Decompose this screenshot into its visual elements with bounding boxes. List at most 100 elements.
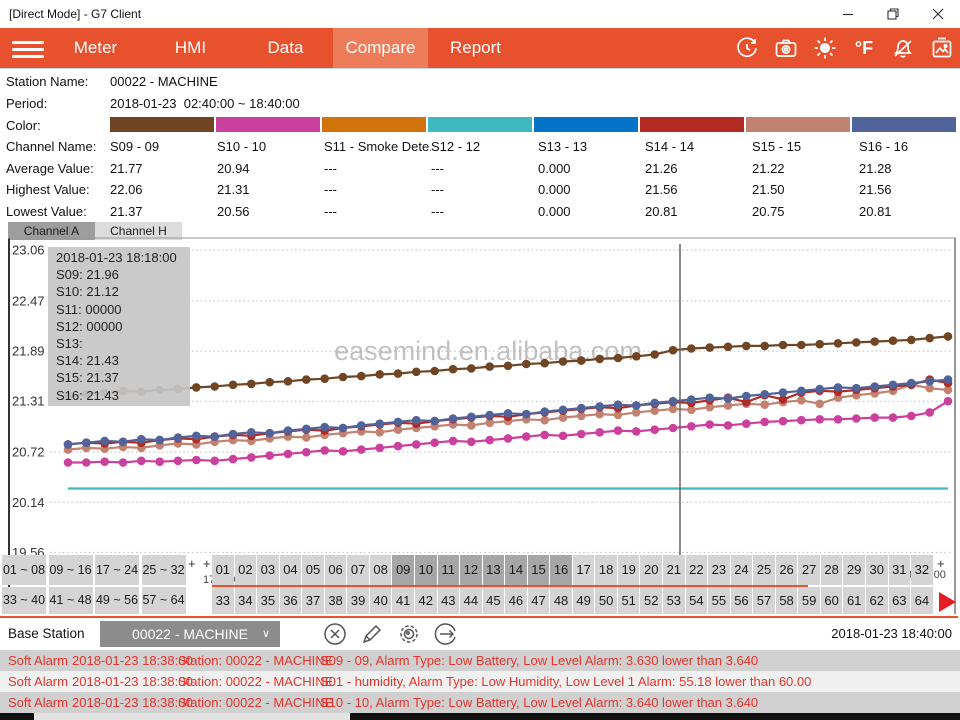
channel-button-29[interactable]: 29 xyxy=(843,555,865,585)
channel-button-45[interactable]: 45 xyxy=(483,587,505,614)
channel-button-02[interactable]: 02 xyxy=(235,555,257,585)
channel-button-39[interactable]: 39 xyxy=(347,587,369,614)
camera-icon[interactable] xyxy=(774,36,798,60)
settings-gear-icon[interactable] xyxy=(396,621,422,647)
channel-button-06[interactable]: 06 xyxy=(325,555,347,585)
plus-label[interactable]: + xyxy=(937,556,945,571)
alarm-row[interactable]: Soft Alarm2018-01-23 18:38:00Station: 00… xyxy=(0,671,960,692)
plus-label[interactable]: + xyxy=(188,556,196,571)
channel-button-12[interactable]: 12 xyxy=(460,555,482,585)
channel-button-08[interactable]: 08 xyxy=(370,555,392,585)
channel-button-23[interactable]: 23 xyxy=(708,555,730,585)
channel-button-60[interactable]: 60 xyxy=(821,587,843,614)
channel-button-62[interactable]: 62 xyxy=(866,587,888,614)
channel-button-04[interactable]: 04 xyxy=(280,555,302,585)
channel-button-61[interactable]: 61 xyxy=(843,587,865,614)
edit-icon[interactable] xyxy=(359,621,385,647)
channel-button-51[interactable]: 51 xyxy=(618,587,640,614)
sync-icon[interactable] xyxy=(735,36,759,60)
channel-button-47[interactable]: 47 xyxy=(528,587,550,614)
channel-button-21[interactable]: 21 xyxy=(663,555,685,585)
channel-button-58[interactable]: 58 xyxy=(776,587,798,614)
channel-button-05[interactable]: 05 xyxy=(302,555,324,585)
plus-label[interactable]: + xyxy=(203,556,211,571)
nav-item-data[interactable]: Data xyxy=(238,28,333,68)
channel-button-35[interactable]: 35 xyxy=(257,587,279,614)
channel-button-52[interactable]: 52 xyxy=(640,587,662,614)
channel-button-28[interactable]: 28 xyxy=(821,555,843,585)
channel-button-25[interactable]: 25 xyxy=(753,555,775,585)
channel-button-31[interactable]: 31 xyxy=(889,555,911,585)
channel-button-54[interactable]: 54 xyxy=(686,587,708,614)
channel-button-50[interactable]: 50 xyxy=(595,587,617,614)
channel-button-15[interactable]: 15 xyxy=(528,555,550,585)
channel-button-01[interactable]: 01 xyxy=(212,555,234,585)
fahrenheit-icon[interactable]: °F xyxy=(852,36,876,60)
close-button[interactable] xyxy=(915,0,960,28)
channel-button-55[interactable]: 55 xyxy=(708,587,730,614)
nav-item-report[interactable]: Report xyxy=(428,28,523,68)
channel-button-20[interactable]: 20 xyxy=(640,555,662,585)
channel-range-button[interactable]: 57 ~ 64 xyxy=(142,587,186,614)
channel-button-22[interactable]: 22 xyxy=(686,555,708,585)
screenshot-icon[interactable] xyxy=(930,36,954,60)
channel-range-button[interactable]: 33 ~ 40 xyxy=(2,587,46,614)
channel-button-49[interactable]: 49 xyxy=(573,587,595,614)
channel-button-09[interactable]: 09 xyxy=(392,555,414,585)
channel-button-10[interactable]: 10 xyxy=(415,555,437,585)
channel-range-button[interactable]: 25 ~ 32 xyxy=(142,555,186,585)
channel-range-button[interactable]: 01 ~ 08 xyxy=(2,555,46,585)
channel-button-13[interactable]: 13 xyxy=(483,555,505,585)
restore-button[interactable] xyxy=(870,0,915,28)
minimize-button[interactable] xyxy=(825,0,870,28)
channel-button-26[interactable]: 26 xyxy=(776,555,798,585)
channel-button-53[interactable]: 53 xyxy=(663,587,685,614)
channel-button-42[interactable]: 42 xyxy=(415,587,437,614)
nav-item-compare[interactable]: Compare xyxy=(333,28,428,68)
channel-button-63[interactable]: 63 xyxy=(889,587,911,614)
channel-button-32[interactable]: 32 xyxy=(911,555,933,585)
base-station-dropdown[interactable]: 00022 - MACHINE ∨ xyxy=(100,621,280,647)
channel-button-19[interactable]: 19 xyxy=(618,555,640,585)
channel-button-48[interactable]: 48 xyxy=(550,587,572,614)
channel-button-24[interactable]: 24 xyxy=(731,555,753,585)
channel-button-11[interactable]: 11 xyxy=(438,555,460,585)
alarm-row[interactable]: Soft Alarm2018-01-23 18:38:00Station: 00… xyxy=(0,650,960,671)
channel-range-button[interactable]: 41 ~ 48 xyxy=(49,587,93,614)
channel-button-34[interactable]: 34 xyxy=(235,587,257,614)
channel-button-30[interactable]: 30 xyxy=(866,555,888,585)
menu-icon[interactable] xyxy=(12,37,44,59)
channel-button-46[interactable]: 46 xyxy=(505,587,527,614)
channel-button-27[interactable]: 27 xyxy=(798,555,820,585)
scroll-right-arrow-icon[interactable] xyxy=(939,592,956,612)
channel-range-button[interactable]: 49 ~ 56 xyxy=(95,587,139,614)
channel-button-18[interactable]: 18 xyxy=(595,555,617,585)
channel-button-56[interactable]: 56 xyxy=(731,587,753,614)
channel-button-43[interactable]: 43 xyxy=(438,587,460,614)
channel-button-41[interactable]: 41 xyxy=(392,587,414,614)
nav-item-meter[interactable]: Meter xyxy=(48,28,143,68)
channel-range-button[interactable]: 09 ~ 16 xyxy=(49,555,93,585)
brightness-icon[interactable] xyxy=(813,36,837,60)
channel-button-64[interactable]: 64 xyxy=(911,587,933,614)
channel-button-57[interactable]: 57 xyxy=(753,587,775,614)
channel-button-59[interactable]: 59 xyxy=(798,587,820,614)
channel-button-14[interactable]: 14 xyxy=(505,555,527,585)
channel-button-03[interactable]: 03 xyxy=(257,555,279,585)
bell-off-icon[interactable] xyxy=(891,36,915,60)
channel-button-38[interactable]: 38 xyxy=(325,587,347,614)
channel-button-36[interactable]: 36 xyxy=(280,587,302,614)
channel-button-16[interactable]: 16 xyxy=(550,555,572,585)
alarm-row[interactable]: Soft Alarm2018-01-23 18:38:00Station: 00… xyxy=(0,692,960,713)
channel-button-07[interactable]: 07 xyxy=(347,555,369,585)
channel-range-button[interactable]: 17 ~ 24 xyxy=(95,555,139,585)
go-export-icon[interactable] xyxy=(433,621,459,647)
channel-button-33[interactable]: 33 xyxy=(212,587,234,614)
channel-button-44[interactable]: 44 xyxy=(460,587,482,614)
channel-button-37[interactable]: 37 xyxy=(302,587,324,614)
channel-low-cell: 0.000 xyxy=(538,204,645,219)
nav-item-hmi[interactable]: HMI xyxy=(143,28,238,68)
clear-button[interactable] xyxy=(322,621,348,647)
channel-button-40[interactable]: 40 xyxy=(370,587,392,614)
channel-button-17[interactable]: 17 xyxy=(573,555,595,585)
